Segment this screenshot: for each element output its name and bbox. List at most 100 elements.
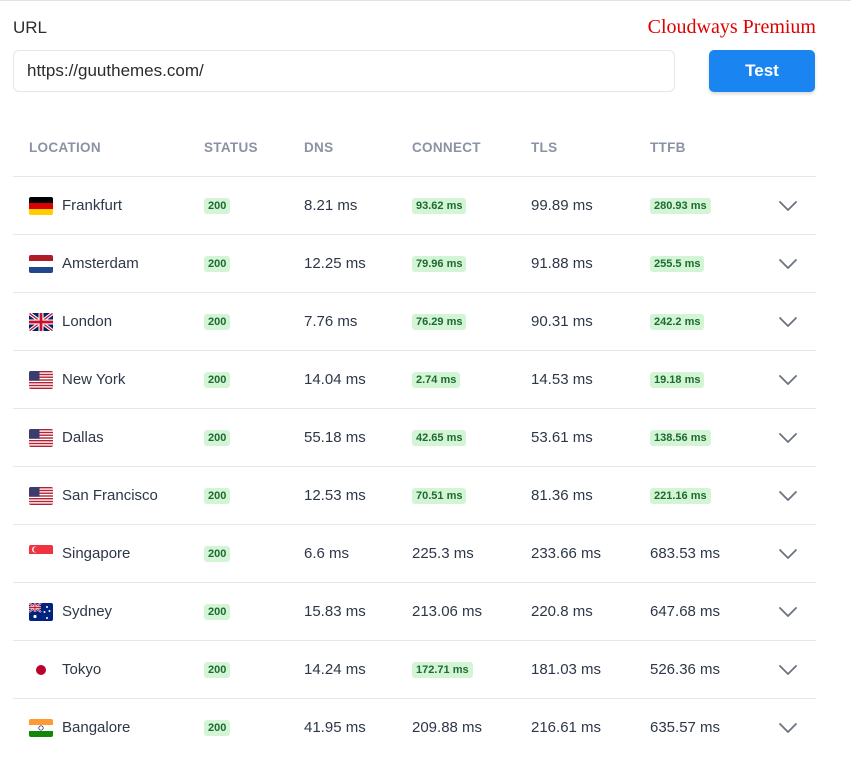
dns-cell: 12.53 ms <box>304 467 366 524</box>
location-name: Amsterdam <box>62 255 139 272</box>
dns-cell: 12.25 ms <box>304 235 366 292</box>
germany-flag-icon <box>29 196 53 215</box>
chevron-down-icon[interactable] <box>778 641 798 698</box>
connect-badge: 42.65 ms <box>412 429 467 446</box>
table-row[interactable]: Frankfurt 200 8.21 ms 93.62 ms 99.89 ms … <box>13 177 816 235</box>
location-cell: New York <box>29 351 125 408</box>
location-name: Tokyo <box>62 661 102 678</box>
status-cell: 200 <box>204 583 231 640</box>
table-row[interactable]: Bangalore 200 41.95 ms 209.88 ms 216.61 … <box>13 699 816 756</box>
header-connect: CONNECT <box>412 140 481 155</box>
ttfb-badge: 280.93 ms <box>650 197 711 214</box>
dns-cell: 55.18 ms <box>304 409 366 466</box>
tls-cell: 14.53 ms <box>531 351 593 408</box>
table-row[interactable]: New York 200 14.04 ms 2.74 ms 14.53 ms 1… <box>13 351 816 409</box>
netherlands-flag-icon <box>29 254 53 273</box>
status-badge: 200 <box>204 719 231 736</box>
connect-cell: 42.65 ms <box>412 409 467 466</box>
location-cell: Sydney <box>29 583 112 640</box>
ttfb-cell: 242.2 ms <box>650 293 705 350</box>
ttfb-badge: 138.56 ms <box>650 429 711 446</box>
status-badge: 200 <box>204 371 231 388</box>
dns-value: 15.83 ms <box>304 603 366 620</box>
connect-badge: 172.71 ms <box>412 661 473 678</box>
location-cell: Bangalore <box>29 699 130 756</box>
status-cell: 200 <box>204 467 231 524</box>
location-name: New York <box>62 371 126 388</box>
location-cell: Amsterdam <box>29 235 139 292</box>
location-name: Frankfurt <box>62 197 123 214</box>
status-cell: 200 <box>204 351 231 408</box>
tls-value: 91.88 ms <box>531 255 593 272</box>
japan-flag-icon <box>29 660 53 679</box>
location-cell: Dallas <box>29 409 104 466</box>
location-cell: Singapore <box>29 525 130 582</box>
ttfb-cell: 138.56 ms <box>650 409 711 466</box>
connect-cell: 79.96 ms <box>412 235 467 292</box>
table-row[interactable]: London 200 7.76 ms 76.29 ms 90.31 ms 242… <box>13 293 816 351</box>
tls-cell: 233.66 ms <box>531 525 601 582</box>
ttfb-value: 526.36 ms <box>650 661 721 678</box>
ttfb-badge: 221.16 ms <box>650 487 711 504</box>
location-name: Bangalore <box>62 719 131 736</box>
status-badge: 200 <box>204 255 231 272</box>
location-name: San Francisco <box>62 487 158 504</box>
table-row[interactable]: Dallas 200 55.18 ms 42.65 ms 53.61 ms 13… <box>13 409 816 467</box>
status-badge: 200 <box>204 603 231 620</box>
dns-cell: 14.04 ms <box>304 351 366 408</box>
connect-cell: 2.74 ms <box>412 351 461 408</box>
location-name: Sydney <box>62 603 113 620</box>
dns-value: 41.95 ms <box>304 719 366 736</box>
annotation-label: Cloudways Premium <box>647 16 816 38</box>
chevron-down-icon[interactable] <box>778 351 798 408</box>
dns-cell: 6.6 ms <box>304 525 349 582</box>
connect-cell: 70.51 ms <box>412 467 467 524</box>
status-badge: 200 <box>204 313 231 330</box>
table-row[interactable]: Tokyo 200 14.24 ms 172.71 ms 181.03 ms 5… <box>13 641 816 699</box>
header-dns: DNS <box>304 140 334 155</box>
ttfb-cell: 280.93 ms <box>650 177 711 234</box>
ttfb-cell: 647.68 ms <box>650 583 720 640</box>
tls-cell: 99.89 ms <box>531 177 593 234</box>
test-button[interactable]: Test <box>709 50 815 92</box>
header-status: STATUS <box>204 140 258 155</box>
url-input[interactable] <box>13 50 675 92</box>
table-row[interactable]: Amsterdam 200 12.25 ms 79.96 ms 91.88 ms… <box>13 235 816 293</box>
chevron-down-icon[interactable] <box>778 467 798 524</box>
chevron-down-icon[interactable] <box>778 699 798 756</box>
ttfb-cell: 526.36 ms <box>650 641 720 698</box>
tls-value: 14.53 ms <box>531 371 593 388</box>
url-label: URL <box>13 18 48 37</box>
tls-cell: 90.31 ms <box>531 293 593 350</box>
dns-cell: 41.95 ms <box>304 699 366 756</box>
chevron-down-icon[interactable] <box>778 235 798 292</box>
connect-cell: 209.88 ms <box>412 699 482 756</box>
chevron-down-icon[interactable] <box>778 293 798 350</box>
ttfb-value: 635.57 ms <box>650 719 721 736</box>
chevron-down-icon[interactable] <box>778 409 798 466</box>
connect-badge: 70.51 ms <box>412 487 467 504</box>
connect-cell: 225.3 ms <box>412 525 474 582</box>
singapore-flag-icon <box>29 544 53 563</box>
table-row[interactable]: Sydney 200 15.83 ms 213.06 ms 220.8 ms 6… <box>13 583 816 641</box>
connect-cell: 172.71 ms <box>412 641 473 698</box>
chevron-down-icon[interactable] <box>778 583 798 640</box>
ttfb-value: 647.68 ms <box>650 603 721 620</box>
connect-value: 225.3 ms <box>412 545 474 562</box>
location-name: London <box>62 313 113 330</box>
header-tls: TLS <box>531 140 558 155</box>
usa-flag-icon <box>29 486 53 505</box>
chevron-down-icon[interactable] <box>778 525 798 582</box>
ttfb-cell: 255.5 ms <box>650 235 705 292</box>
chevron-down-icon[interactable] <box>778 177 798 234</box>
dns-value: 14.24 ms <box>304 661 366 678</box>
tls-cell: 181.03 ms <box>531 641 601 698</box>
dns-value: 8.21 ms <box>304 197 358 214</box>
status-cell: 200 <box>204 177 231 234</box>
header-location: LOCATION <box>29 140 101 155</box>
dns-value: 12.53 ms <box>304 487 366 504</box>
table-row[interactable]: San Francisco 200 12.53 ms 70.51 ms 81.3… <box>13 467 816 525</box>
dns-cell: 14.24 ms <box>304 641 366 698</box>
usa-flag-icon <box>29 370 53 389</box>
table-row[interactable]: Singapore 200 6.6 ms 225.3 ms 233.66 ms … <box>13 525 816 583</box>
